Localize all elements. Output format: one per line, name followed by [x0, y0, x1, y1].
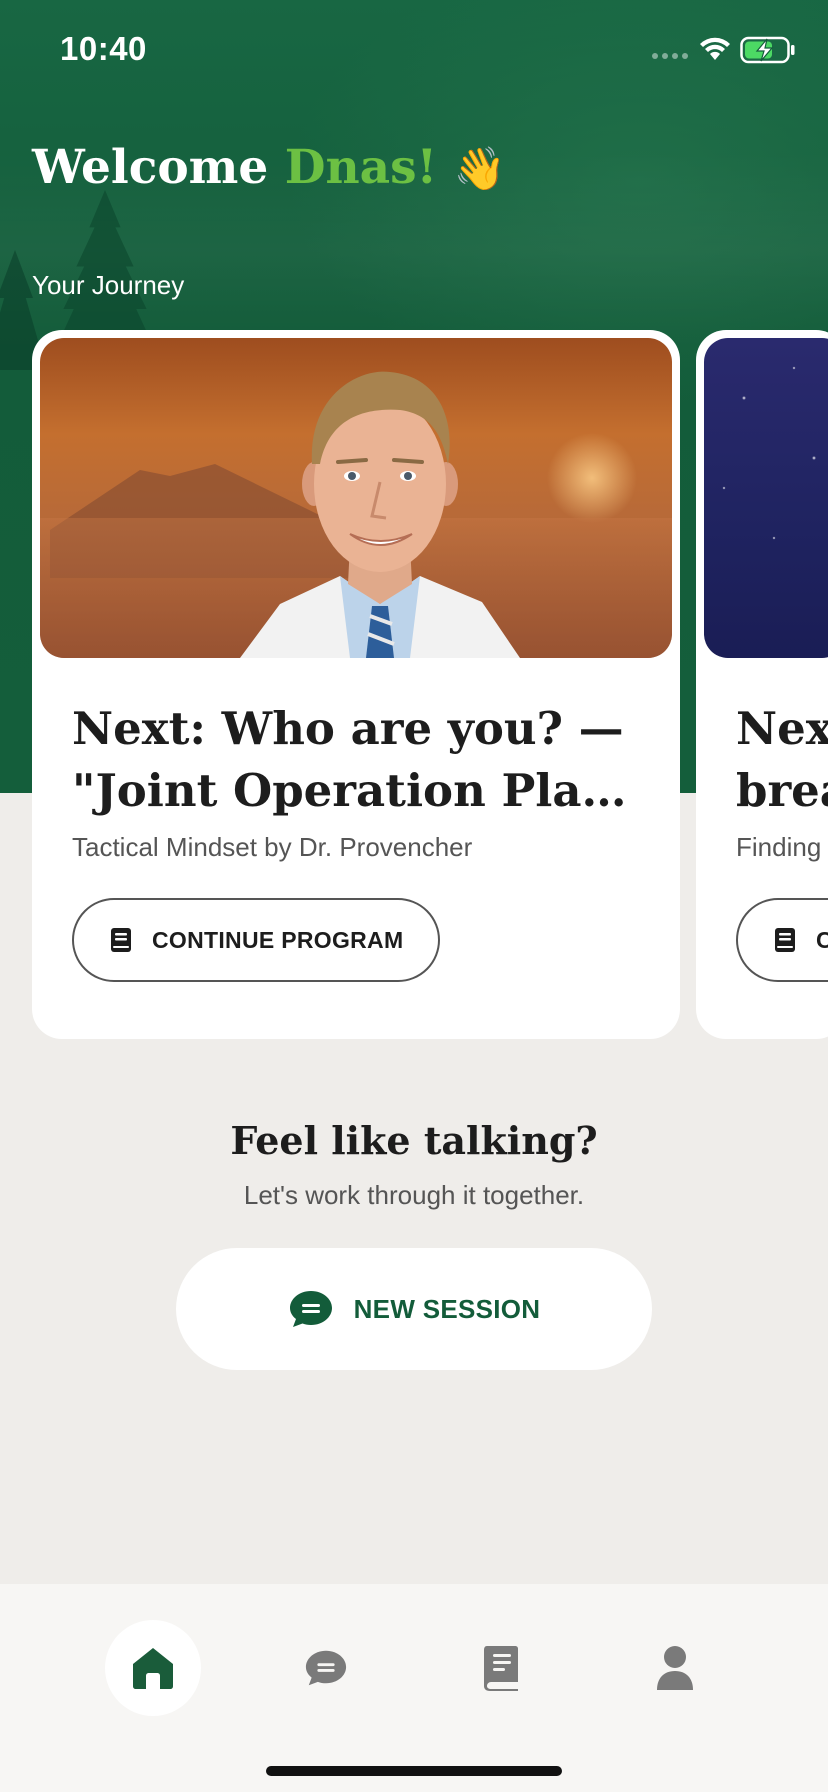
tab-library[interactable]	[453, 1620, 549, 1716]
wave-icon: 👋	[453, 144, 506, 193]
card-title-line-2: brea	[736, 764, 828, 817]
tab-bar	[0, 1584, 828, 1792]
section-label-your-journey: Your Journey	[32, 270, 185, 300]
book-icon	[111, 928, 131, 952]
tab-home[interactable]	[105, 1620, 201, 1716]
journey-card[interactable]: Next: Who are you? — "Joint Operation Pl…	[32, 330, 680, 1039]
tab-profile[interactable]	[627, 1620, 723, 1716]
card-title-line-2: "Joint Operation Plan...	[72, 764, 652, 817]
tab-chat[interactable]	[278, 1620, 374, 1716]
user-name: Dnas!	[284, 140, 438, 195]
continue-program-button[interactable]: C	[736, 898, 828, 982]
card-title-line-1: Next	[736, 702, 828, 755]
talk-heading: Feel like talking?	[230, 1118, 598, 1163]
status-time: 10:40	[60, 30, 147, 67]
continue-program-label: CONTINUE PROGRAM	[152, 926, 404, 953]
card-image-night-sky	[704, 338, 828, 658]
cellular-signal-icon	[652, 53, 688, 59]
card-subtitle: Finding	[736, 832, 822, 862]
journey-card-next[interactable]: Next brea Finding C	[696, 330, 828, 1039]
talk-subheading: Let's work through it together.	[243, 1180, 585, 1210]
home-indicator	[266, 1766, 562, 1776]
continue-program-label: C	[816, 926, 828, 953]
book-icon	[484, 1646, 518, 1691]
card-subtitle: Tactical Mindset by Dr. Provencher	[72, 832, 473, 862]
new-session-label: NEW SESSION	[353, 1293, 541, 1324]
welcome-heading: Welcome Dnas! 👋	[32, 140, 506, 195]
chat-bubble-icon	[289, 1291, 332, 1327]
instructor-portrait	[240, 371, 520, 658]
card-title-line-1: Next: Who are you? —	[72, 702, 624, 755]
card-title: Next brea	[736, 698, 828, 822]
card-title: Next: Who are you? — "Joint Operation Pl…	[72, 698, 652, 822]
chat-bubble-icon	[305, 1650, 347, 1686]
wifi-icon	[700, 37, 730, 60]
card-image	[40, 338, 672, 658]
book-icon	[775, 928, 795, 952]
continue-program-button[interactable]: CONTINUE PROGRAM	[72, 898, 440, 982]
home-icon	[133, 1648, 173, 1689]
welcome-prefix: Welcome	[32, 140, 269, 195]
new-session-button[interactable]: NEW SESSION	[176, 1248, 652, 1370]
battery-charging-icon	[740, 36, 795, 64]
person-icon	[657, 1646, 693, 1690]
